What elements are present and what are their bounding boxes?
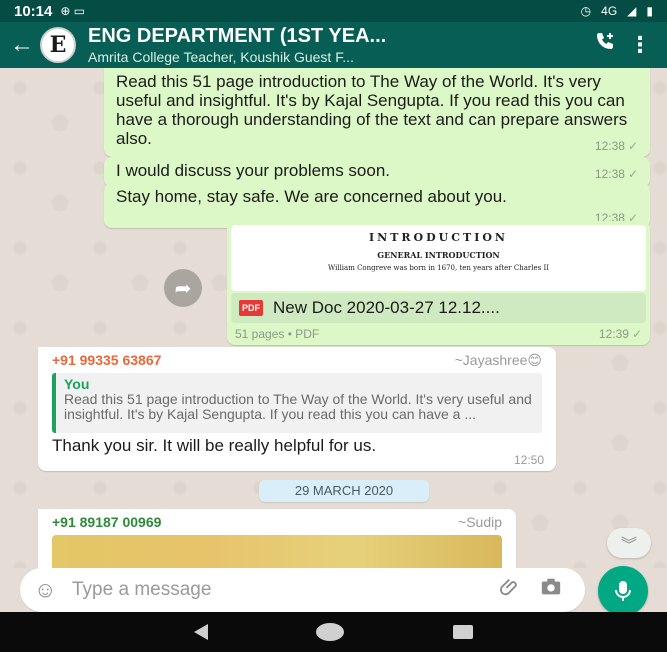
document-message[interactable]: INTRODUCTION GENERAL INTRODUCTION Willia… (227, 221, 650, 345)
sender-phone[interactable]: +91 99335 63867 (52, 352, 161, 369)
message-time: 12:38 ✓ (594, 139, 638, 153)
quote-author: You (64, 376, 90, 392)
nav-back-icon[interactable] (194, 624, 209, 640)
status-bar: 10:14 ⊕ ▭ ◷ 4G ◢ ▮ (0, 0, 667, 22)
group-participants: Amrita College Teacher, Koushik Guest F.… (88, 49, 354, 65)
nav-recents-icon[interactable] (452, 625, 473, 639)
status-time: 10:14 (14, 2, 53, 20)
sender-name: ~Sudip (458, 514, 502, 530)
message-input[interactable] (72, 579, 491, 601)
system-nav-bar (0, 612, 667, 652)
document-file[interactable]: PDF New Doc 2020-03-27 12.12.... (231, 293, 646, 323)
message-time: 12:38 ✓ (594, 167, 638, 181)
scroll-down-icon[interactable]: ︾ (607, 528, 651, 558)
alarm-icon: ◷ (580, 4, 592, 18)
group-title: ENG DEPARTMENT (1ST YEA... (88, 25, 387, 47)
sent-tick-icon: ✓ (627, 167, 638, 181)
sender-name: ~Jayashree😊 (454, 352, 542, 368)
quoted-message[interactable]: You Read this 51 page introduction to Th… (52, 373, 542, 433)
document-footer: 51 pages • PDF 12:39 ✓ (231, 327, 646, 341)
date-divider: 29 MARCH 2020 (259, 480, 429, 502)
message-bubble[interactable]: Read this 51 page introduction to The Wa… (104, 68, 650, 157)
add-call-icon[interactable] (585, 30, 625, 60)
group-info[interactable]: ENG DEPARTMENT (1ST YEA... Amrita Colleg… (88, 25, 585, 65)
forward-icon[interactable]: ➦ (164, 269, 202, 307)
quote-text: Read this 51 page introduction to The Wa… (64, 391, 532, 422)
emoji-icon[interactable]: ☺ (34, 577, 64, 603)
battery-icon: ▮ (646, 4, 653, 18)
sender-phone[interactable]: +91 89187 00969 (52, 514, 161, 530)
sent-tick-icon: ✓ (627, 139, 638, 153)
back-arrow-icon[interactable]: ← (10, 31, 34, 59)
document-preview[interactable]: INTRODUCTION GENERAL INTRODUCTION Willia… (231, 225, 646, 291)
group-avatar[interactable]: E (40, 27, 76, 63)
message-text: Read this 51 page introduction to The Wa… (116, 72, 628, 148)
image-message[interactable]: +91 89187 00969 ~Sudip (38, 509, 516, 568)
pdf-icon: PDF (239, 300, 263, 316)
attach-icon[interactable] (491, 576, 531, 604)
notification-icon: ⊕ ▭ (60, 4, 86, 18)
message-time: 12:39 ✓ (598, 327, 642, 341)
signal-icon: ◢ (627, 4, 637, 18)
sent-tick-icon: ✓ (631, 327, 642, 341)
image-preview[interactable] (52, 535, 502, 568)
message-time: 12:50 (513, 453, 544, 467)
network-type: 4G (601, 4, 618, 18)
document-info: 51 pages • PDF (235, 327, 320, 341)
message-composer: ☺ (20, 568, 585, 612)
nav-home-icon[interactable] (316, 623, 345, 641)
message-text: Thank you sir. It will be really helpful… (52, 436, 377, 455)
more-options-icon[interactable]: ⋮ (625, 32, 655, 58)
mic-button[interactable] (598, 566, 648, 616)
message-text: I would discuss your problems soon. (116, 161, 391, 180)
message-text: Stay home, stay safe. We are concerned a… (116, 187, 507, 206)
camera-icon[interactable] (531, 577, 571, 603)
reply-message[interactable]: +91 99335 63867 ~Jayashree😊 You Read thi… (38, 347, 556, 471)
chat-area[interactable]: Read this 51 page introduction to The Wa… (0, 68, 667, 568)
chat-header: ← E ENG DEPARTMENT (1ST YEA... Amrita Co… (0, 22, 667, 68)
document-name: New Doc 2020-03-27 12.12.... (273, 298, 500, 317)
